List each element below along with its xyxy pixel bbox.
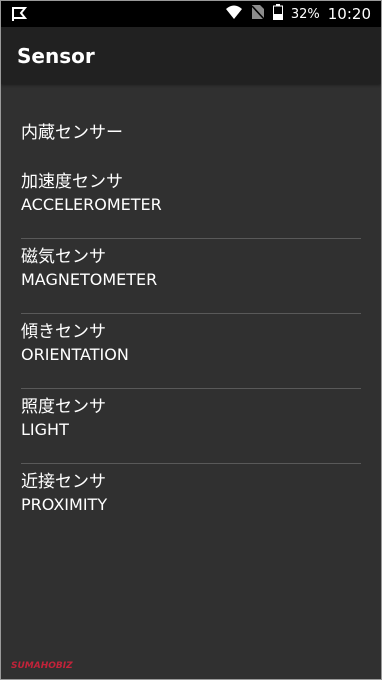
wifi-icon xyxy=(225,4,243,24)
notification-flag-icon xyxy=(11,5,29,23)
sensor-item-accelerometer[interactable]: 加速度センサ ACCELEROMETER xyxy=(1,164,381,239)
screen: 32% 10:20 Sensor 内蔵センサー 加速度センサ ACCELEROM… xyxy=(0,0,382,680)
battery-icon xyxy=(272,4,283,24)
app-bar: Sensor xyxy=(1,27,381,84)
watermark-logo: SUMAHOBIZ xyxy=(11,661,73,671)
sensor-item-magnetometer[interactable]: 磁気センサ MAGNETOMETER xyxy=(1,239,381,314)
status-indicators: 32% 10:20 xyxy=(225,1,371,27)
sensor-name-jp: 近接センサ xyxy=(21,472,106,492)
list-header: 内蔵センサー xyxy=(1,97,381,164)
sensor-item-orientation[interactable]: 傾きセンサ ORIENTATION xyxy=(1,314,381,389)
no-sim-icon xyxy=(251,4,265,24)
sensor-name-en: LIGHT xyxy=(21,420,69,439)
sensor-item-light[interactable]: 照度センサ LIGHT xyxy=(1,389,381,464)
clock-time: 10:20 xyxy=(327,5,371,23)
status-bar: 32% 10:20 xyxy=(1,1,381,27)
sensor-list: 内蔵センサー 加速度センサ ACCELEROMETER 磁気センサ MAGNET… xyxy=(1,97,381,539)
sensor-name-jp: 照度センサ xyxy=(21,397,106,417)
page-title: Sensor xyxy=(17,44,95,68)
sensor-name-en: ACCELEROMETER xyxy=(21,195,162,214)
sensor-name-jp: 傾きセンサ xyxy=(21,322,106,342)
sensor-name-en: ORIENTATION xyxy=(21,345,129,364)
sensor-item-proximity[interactable]: 近接センサ PROXIMITY xyxy=(1,464,381,539)
sensor-name-en: MAGNETOMETER xyxy=(21,270,158,289)
battery-percent: 32% xyxy=(290,6,320,22)
list-header-label: 内蔵センサー xyxy=(21,123,123,143)
sensor-name-en: PROXIMITY xyxy=(21,495,108,514)
sensor-name-jp: 磁気センサ xyxy=(21,247,106,267)
sensor-name-jp: 加速度センサ xyxy=(21,172,123,192)
